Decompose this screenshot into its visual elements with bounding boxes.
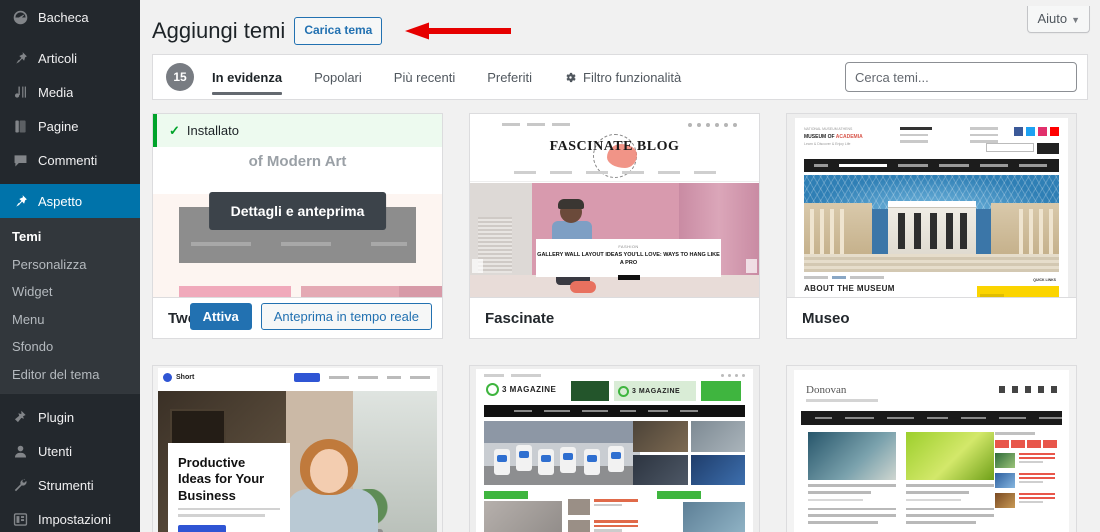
sidebar-label-strumenti: Strumenti — [38, 477, 94, 493]
filter-tabs: In evidenza Popolari Più recenti Preferi… — [212, 54, 697, 100]
sidebar-label-bacheca: Bacheca — [38, 9, 89, 25]
comment-icon — [10, 150, 30, 170]
preview-heading: ABOUT THE MUSEUM — [804, 284, 895, 293]
theme-card-museo[interactable]: NATIONAL MUSEUM ATHENS MUSEUM OF ACADEMIA… — [786, 113, 1077, 339]
page-icon — [10, 116, 30, 136]
red-pointer-arrow — [403, 21, 513, 44]
theme-grid: Welcome to the Swedish Museum of Modern … — [152, 113, 1088, 532]
preview-logo: 3 MAGAZINE — [502, 385, 557, 394]
theme-search-wrap — [845, 62, 1077, 92]
preview-logo: Donovan — [806, 384, 847, 396]
aspetto-submenu: Temi Personalizza Widget Menu Sfondo Edi… — [0, 218, 140, 394]
submenu-item-temi[interactable]: Temi — [0, 223, 140, 251]
sidebar-label-media: Media — [38, 84, 74, 100]
admin-sidebar: Bacheca Articoli Media Pagine Commenti A… — [0, 0, 140, 532]
theme-screenshot: Welcome to the Swedish Museum of Modern … — [153, 114, 442, 297]
theme-preview-donovan: Donovan — [787, 366, 1076, 532]
theme-name-row: Fascinate — [470, 297, 759, 338]
theme-card-donovan[interactable]: Donovan — [786, 365, 1077, 532]
sidebar-item-articoli[interactable]: Articoli — [0, 41, 140, 75]
preview-logo: Short — [176, 374, 195, 381]
feature-filter-toggle[interactable]: Filtro funzionalità — [548, 54, 697, 100]
theme-name: Museo — [802, 309, 850, 327]
theme-screenshot: NATIONAL MUSEUM ATHENS MUSEUM OF ACADEMIA… — [787, 114, 1076, 297]
sidebar-item-bacheca[interactable]: Bacheca — [0, 0, 140, 34]
theme-filter-bar: 15 In evidenza Popolari Più recenti Pref… — [152, 54, 1088, 100]
page-header: Aggiungi temi Carica tema — [140, 0, 1100, 48]
theme-card-fascinate[interactable]: FASCINATE BLOG FASHION GALLERY WALL LAYO… — [469, 113, 760, 339]
submenu-item-menu[interactable]: Menu — [0, 306, 140, 334]
submenu-item-widget[interactable]: Widget — [0, 278, 140, 306]
main-content: Aiuto ▼ Aggiungi temi Carica tema 15 In e… — [140, 0, 1100, 532]
help-tab-wrap: Aiuto ▼ — [1027, 6, 1090, 33]
theme-count-badge: 15 — [166, 63, 194, 91]
theme-preview-magazine: 3 MAGAZINE 3 MAGAZINE — [470, 366, 759, 532]
tab-in-evidenza[interactable]: In evidenza — [212, 54, 298, 100]
help-label: Aiuto — [1037, 11, 1068, 26]
sidebar-label-utenti: Utenti — [38, 443, 72, 459]
activate-button[interactable]: Attiva — [189, 303, 252, 330]
theme-name: Fascinate — [485, 309, 555, 327]
sidebar-label-impostazioni: Impostazioni — [38, 511, 111, 527]
sidebar-item-media[interactable]: Media — [0, 75, 140, 109]
search-input[interactable] — [845, 62, 1077, 92]
submenu-item-editor-del-tema[interactable]: Editor del tema — [0, 361, 140, 389]
pin-icon — [10, 48, 30, 68]
gear-icon — [564, 71, 577, 84]
chevron-down-icon: ▼ — [1071, 15, 1080, 25]
details-preview-button[interactable]: Dettagli e anteprima — [208, 192, 387, 230]
sidebar-label-articoli: Articoli — [38, 50, 78, 66]
theme-name-row: Museo — [787, 297, 1076, 338]
theme-screenshot: FASCINATE BLOG FASHION GALLERY WALL LAYO… — [470, 114, 759, 297]
sidebar-label-commenti: Commenti — [38, 152, 98, 168]
media-icon — [10, 82, 30, 102]
theme-preview-fascinate: FASCINATE BLOG FASHION GALLERY WALL LAYO… — [470, 114, 759, 297]
sidebar-item-aspetto[interactable]: Aspetto — [0, 184, 140, 218]
tab-piu-recenti[interactable]: Più recenti — [378, 54, 471, 100]
theme-preview-business: Short Productive Ideas for Your Business — [153, 366, 442, 532]
theme-card-magazine[interactable]: 3 MAGAZINE 3 MAGAZINE — [469, 365, 760, 532]
brush-icon — [10, 191, 30, 211]
tab-popolari[interactable]: Popolari — [298, 54, 378, 100]
sidebar-item-commenti[interactable]: Commenti — [0, 143, 140, 177]
help-button[interactable]: Aiuto ▼ — [1027, 6, 1090, 33]
sidebar-item-strumenti[interactable]: Strumenti — [0, 468, 140, 502]
installed-label: Installato — [186, 123, 239, 138]
live-preview-button[interactable]: Anteprima in tempo reale — [260, 303, 432, 330]
sidebar-label-plugin: Plugin — [38, 409, 75, 425]
feature-filter-label: Filtro funzionalità — [583, 69, 682, 85]
preview-logo: FASCINATE BLOG — [549, 139, 680, 154]
theme-preview-museo: NATIONAL MUSEUM ATHENS MUSEUM OF ACADEMIA… — [787, 114, 1076, 297]
theme-card-twenty[interactable]: Welcome to the Swedish Museum of Modern … — [152, 113, 443, 339]
sidebar-label-pagine: Pagine — [38, 118, 79, 134]
theme-screenshot: 3 MAGAZINE 3 MAGAZINE — [470, 366, 759, 532]
upload-theme-button[interactable]: Carica tema — [294, 17, 383, 45]
theme-card-business[interactable]: Short Productive Ideas for Your Business — [152, 365, 443, 532]
dashboard-icon — [10, 7, 30, 27]
preview-heading: Productive Ideas for Your Business — [178, 455, 265, 503]
settings-icon — [10, 509, 30, 529]
theme-actions: Attiva Anteprima in tempo reale — [189, 303, 432, 330]
page-title: Aggiungi temi — [152, 17, 286, 43]
theme-screenshot: Donovan — [787, 366, 1076, 532]
sidebar-item-plugin[interactable]: Plugin — [0, 400, 140, 434]
menu-divider — [0, 393, 140, 395]
plugin-icon — [10, 407, 30, 427]
tab-preferiti[interactable]: Preferiti — [471, 54, 548, 100]
theme-name-row: Twenty T Attiva Anteprima in tempo reale — [153, 297, 442, 338]
submenu-item-sfondo[interactable]: Sfondo — [0, 333, 140, 361]
sidebar-item-pagine[interactable]: Pagine — [0, 109, 140, 143]
preview-caption: GALLERY WALL LAYOUT IDEAS YOU'LL LOVE: W… — [537, 252, 720, 267]
submenu-item-personalizza[interactable]: Personalizza — [0, 251, 140, 279]
user-icon — [10, 441, 30, 461]
wrench-icon — [10, 475, 30, 495]
sidebar-item-utenti[interactable]: Utenti — [0, 434, 140, 468]
installed-notice: ✓ Installato — [153, 114, 442, 147]
sidebar-item-impostazioni[interactable]: Impostazioni — [0, 502, 140, 532]
preview-caption-card: FASHION GALLERY WALL LAYOUT IDEAS YOU'LL… — [536, 239, 721, 280]
sidebar-label-aspetto: Aspetto — [38, 193, 83, 209]
theme-screenshot: Short Productive Ideas for Your Business — [153, 366, 442, 532]
check-icon: ✓ — [169, 122, 180, 138]
